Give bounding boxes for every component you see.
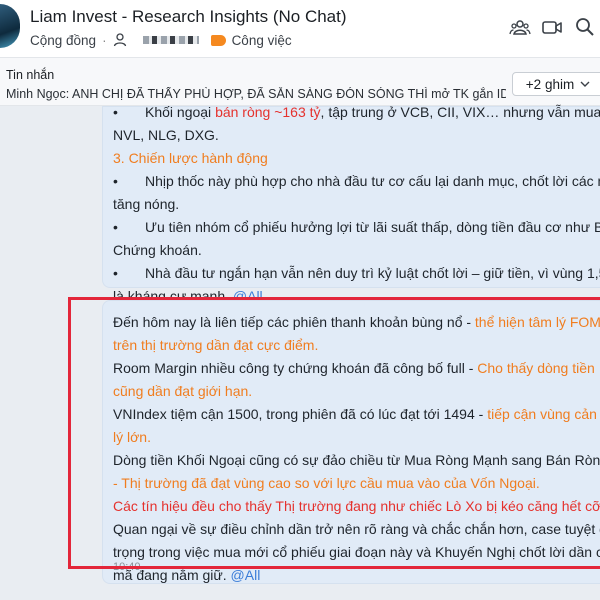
- bullet: •: [113, 265, 118, 281]
- separator-dot: ·: [102, 32, 107, 48]
- pinned-message-preview[interactable]: Minh Ngọc: ANH CHỊ ĐÃ THẤY PHÙ HỢP, ĐÃ S…: [6, 87, 506, 101]
- message-text: • Khối ngoại bán ròng ~163 tỷ, tập trung …: [113, 101, 600, 308]
- redacted-info: [142, 36, 199, 44]
- mention-all[interactable]: @All: [231, 567, 261, 583]
- text-segment: , tập trung ở VCB, CII, VIX… nhưng vẫn m…: [320, 104, 600, 120]
- add-member-icon[interactable]: [509, 16, 531, 38]
- text-segment: Khối ngoại: [145, 104, 216, 120]
- bullet: •: [113, 104, 118, 120]
- text-segment: Nhà đầu tư ngắn hạn vẫn nên duy trì kỷ l…: [145, 265, 600, 281]
- group-title[interactable]: Liam Invest - Research Insights (No Chat…: [30, 7, 347, 27]
- community-label[interactable]: Cộng đồng: [30, 33, 96, 48]
- text-segment: Ưu tiên nhóm cổ phiếu hưởng lợi từ lãi s…: [145, 219, 600, 235]
- text-line: tăng nóng.: [113, 196, 180, 212]
- chevron-down-icon: [580, 81, 590, 87]
- pinned-label: Tin nhắn: [6, 68, 55, 82]
- section-heading: 3. Chiến lược hành động: [113, 150, 268, 166]
- text-line: NVL, NLG, DXG.: [113, 127, 219, 143]
- highlight-text: bán ròng ~163 tỷ: [215, 104, 321, 120]
- chat-window: Liam Invest - Research Insights (No Chat…: [0, 0, 600, 600]
- work-label[interactable]: Công việc: [232, 33, 292, 48]
- video-call-icon[interactable]: [541, 16, 563, 38]
- group-avatar[interactable]: [0, 4, 20, 48]
- group-meta: Cộng đồng · Công việc: [30, 31, 292, 49]
- search-icon[interactable]: [574, 16, 596, 38]
- bullet: •: [113, 219, 118, 235]
- tag-icon: [210, 34, 226, 46]
- bullet: •: [113, 173, 118, 189]
- more-pins-label: +2 ghim: [525, 76, 575, 92]
- text-line: Chứng khoán.: [113, 242, 202, 258]
- message-bubble[interactable]: • Khối ngoại bán ròng ~163 tỷ, tập trung …: [102, 104, 600, 304]
- pinned-message-bar[interactable]: Tin nhắn Minh Ngọc: ANH CHỊ ĐÃ THẤY PHÙ …: [0, 58, 600, 106]
- more-pins-button[interactable]: +2 ghim: [512, 72, 600, 96]
- member-icon[interactable]: [113, 33, 127, 47]
- annotation-highlight-box: [68, 297, 600, 569]
- text-segment: Nhịp thốc này phù hợp cho nhà đầu tư cơ …: [145, 173, 600, 189]
- chat-header: Liam Invest - Research Insights (No Chat…: [0, 0, 600, 58]
